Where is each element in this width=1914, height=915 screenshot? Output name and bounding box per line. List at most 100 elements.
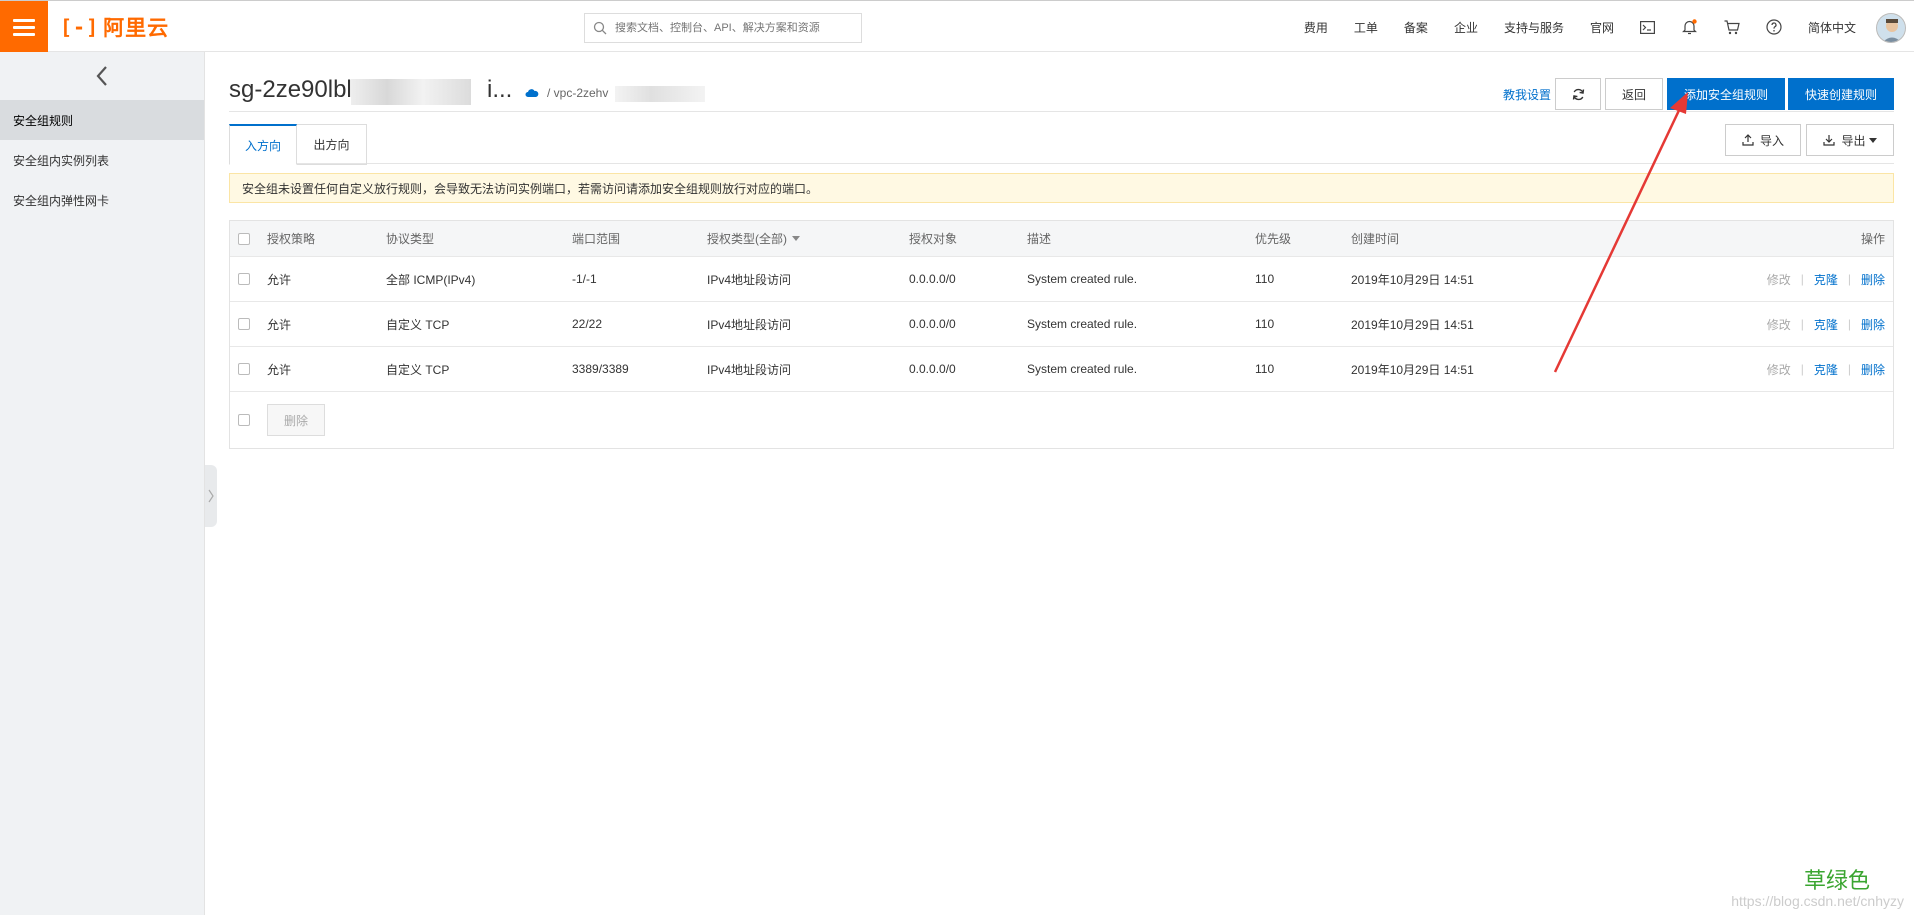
cell-priority: 110 <box>1255 362 1275 376</box>
add-rule-button[interactable]: 添加安全组规则 <box>1667 78 1785 110</box>
cell-desc: System created rule. <box>1027 362 1138 376</box>
col-auth-type-filter[interactable]: 授权类型(全部) <box>707 221 800 256</box>
cell-created: 2019年10月29日 14:51 <box>1351 272 1474 287</box>
caret-down-icon <box>1868 137 1877 143</box>
cell-policy: 允许 <box>267 362 292 377</box>
divider: | <box>1847 272 1851 286</box>
footer-select-checkbox[interactable] <box>238 414 250 426</box>
divider: | <box>1800 317 1804 331</box>
cloud-icon[interactable] <box>525 88 539 98</box>
col-priority: 优先级 <box>1255 232 1292 246</box>
divider: | <box>1800 362 1804 376</box>
import-label: 导入 <box>1759 133 1784 148</box>
table-header: 授权策略 协议类型 端口范围 授权类型(全部) 授权对象 描述 优先级 创建时间… <box>230 221 1893 257</box>
sidebar-item-instances[interactable]: 安全组内实例列表 <box>0 140 204 180</box>
cell-created: 2019年10月29日 14:51 <box>1351 362 1474 377</box>
col-desc: 描述 <box>1027 232 1052 246</box>
clone-link[interactable]: 克隆 <box>1814 271 1838 288</box>
sidebar-back-button[interactable] <box>0 52 204 100</box>
chevron-right-icon <box>208 489 214 503</box>
sidebar-item-eni[interactable]: 安全组内弹性网卡 <box>0 180 204 220</box>
col-target: 授权对象 <box>909 232 958 246</box>
help-icon[interactable] <box>1766 19 1782 35</box>
bell-icon[interactable] <box>1682 19 1698 35</box>
language-switch[interactable]: 简体中文 <box>1808 19 1856 36</box>
terminal-icon[interactable] <box>1640 19 1656 35</box>
edit-link[interactable]: 修改 <box>1767 361 1791 378</box>
table-footer: 删除 <box>230 392 1893 448</box>
search-icon <box>593 21 607 35</box>
row-actions: 修改 | 克隆 | 删除 <box>1767 302 1885 346</box>
clone-link[interactable]: 克隆 <box>1814 361 1838 378</box>
refresh-icon <box>1572 88 1584 100</box>
cell-priority: 110 <box>1255 317 1275 331</box>
refresh-button[interactable] <box>1555 78 1601 110</box>
nav-icp[interactable]: 备案 <box>1404 19 1428 36</box>
tab-outbound[interactable]: 出方向 <box>297 124 367 165</box>
cell-auth-type: IPv4地址段访问 <box>707 362 792 377</box>
vpc-id: / vpc-2zehv <box>547 86 609 100</box>
table-row: 允许 全部 ICMP(IPv4) -1/-1 IPv4地址段访问 0.0.0.0… <box>230 257 1893 302</box>
cell-priority: 110 <box>1255 272 1275 286</box>
cell-auth-type: IPv4地址段访问 <box>707 317 792 332</box>
delete-link[interactable]: 删除 <box>1861 316 1885 333</box>
row-checkbox[interactable] <box>238 318 250 330</box>
warning-notice: 安全组未设置任何自定义放行规则，会导致无法访问实例端口，若需访问请添加安全组规则… <box>229 173 1894 203</box>
export-button[interactable]: 导出 <box>1806 124 1894 156</box>
aliyun-logo-mark-icon: [-] <box>60 15 100 39</box>
row-checkbox[interactable] <box>238 273 250 285</box>
delete-link[interactable]: 删除 <box>1861 271 1885 288</box>
row-checkbox[interactable] <box>238 363 250 375</box>
bulk-delete-button[interactable]: 删除 <box>267 404 325 436</box>
hamburger-menu-icon[interactable] <box>0 1 48 53</box>
divider: | <box>1800 272 1804 286</box>
divider: | <box>1847 362 1851 376</box>
cell-target: 0.0.0.0/0 <box>909 272 956 286</box>
cell-desc: System created rule. <box>1027 317 1138 331</box>
teach-me-link[interactable]: 教我设置 <box>1503 86 1551 103</box>
direction-tabs: 入方向 出方向 <box>229 124 1894 165</box>
search-box[interactable] <box>584 13 862 43</box>
top-bar: [-] 阿里云 费用 工单 备案 企业 支持与服务 官网 简体中文 <box>0 0 1914 53</box>
cell-protocol: 自定义 TCP <box>386 362 450 377</box>
tab-inbound[interactable]: 入方向 <box>229 124 297 165</box>
header-actions: 教我设置 返回 添加安全组规则 快速创建规则 <box>1503 78 1894 110</box>
sidebar-item-rules[interactable]: 安全组规则 <box>0 100 204 140</box>
col-policy: 授权策略 <box>267 232 316 246</box>
table-row: 允许 自定义 TCP 22/22 IPv4地址段访问 0.0.0.0/0 Sys… <box>230 302 1893 347</box>
nav-tickets[interactable]: 工单 <box>1354 19 1378 36</box>
aliyun-logo[interactable]: [-] 阿里云 <box>60 13 169 41</box>
cell-target: 0.0.0.0/0 <box>909 317 956 331</box>
cell-port: 3389/3389 <box>572 362 629 376</box>
redacted-block <box>615 86 705 102</box>
nav-support[interactable]: 支持与服务 <box>1504 19 1564 36</box>
cell-auth-type: IPv4地址段访问 <box>707 272 792 287</box>
page-title: sg-2ze90lblk <box>229 76 364 103</box>
avatar[interactable] <box>1876 13 1906 43</box>
sidebar-collapse-handle[interactable] <box>205 465 217 527</box>
quick-create-rule-button[interactable]: 快速创建规则 <box>1788 78 1894 110</box>
nav-official-site[interactable]: 官网 <box>1590 19 1614 36</box>
import-button[interactable]: 导入 <box>1725 124 1801 156</box>
row-actions: 修改 | 克隆 | 删除 <box>1767 347 1885 391</box>
table-row: 允许 自定义 TCP 3389/3389 IPv4地址段访问 0.0.0.0/0… <box>230 347 1893 392</box>
clone-link[interactable]: 克隆 <box>1814 316 1838 333</box>
edit-link[interactable]: 修改 <box>1767 271 1791 288</box>
cell-policy: 允许 <box>267 317 292 332</box>
search-input[interactable] <box>615 22 855 34</box>
col-auth-type: 授权类型(全部) <box>707 232 787 246</box>
nav-enterprise[interactable]: 企业 <box>1454 19 1478 36</box>
download-icon <box>1823 135 1836 146</box>
cell-desc: System created rule. <box>1027 272 1138 286</box>
nav-billing[interactable]: 费用 <box>1304 19 1328 36</box>
delete-link[interactable]: 删除 <box>1861 361 1885 378</box>
cart-icon[interactable] <box>1724 19 1740 35</box>
chevron-left-icon <box>96 66 107 86</box>
watermark-text: 草绿色 <box>1803 869 1870 894</box>
cell-created: 2019年10月29日 14:51 <box>1351 317 1474 332</box>
select-all-checkbox[interactable] <box>238 232 250 245</box>
row-actions: 修改 | 克隆 | 删除 <box>1767 257 1885 301</box>
edit-link[interactable]: 修改 <box>1767 316 1791 333</box>
top-nav: 费用 工单 备案 企业 支持与服务 官网 简体中文 <box>1278 1 1856 53</box>
back-button[interactable]: 返回 <box>1605 78 1663 110</box>
